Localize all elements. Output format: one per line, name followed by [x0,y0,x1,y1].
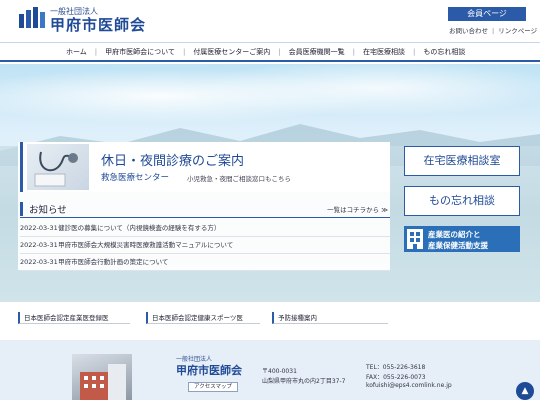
news-date: 2022-03-31 [20,224,58,232]
back-to-top-icon[interactable]: ▲ [516,382,534,400]
building-photo [72,354,132,400]
footer-email[interactable]: kofuishi@eps4.comlink.ne.jp [366,382,452,389]
news-title: お知らせ [20,202,67,216]
divider: | [492,27,495,35]
link-page-link[interactable]: リンクページ [498,27,537,35]
news-date: 2022-03-31 [20,258,58,266]
news-more-link[interactable]: 一覧はコチラから ≫ [327,204,388,214]
utility-links: お問い合わせ | リンクページ [449,25,537,35]
nav-about[interactable]: 甲府市医師会について [105,47,175,57]
contact-link[interactable]: お問い合わせ [449,27,488,35]
nav-separator: | [352,47,356,56]
logo-title[interactable]: 甲府市医師会 [50,14,146,35]
link-sports-physician[interactable]: 日本医師会認定健康スポーツ医 [146,312,260,324]
nav-separator: | [182,47,186,56]
news-text[interactable]: 甲府市医師会行動計画の策定について [58,258,168,266]
nav-separator: | [413,47,416,56]
news-header: お知らせ 一覧はコチラから ≫ [20,200,390,218]
news-text[interactable]: 甲府市医師会大規模災害時医療救護活動マニュアルについて [58,241,233,249]
logo-icon[interactable] [18,6,46,30]
news-list: 2022-03-31 健診医の募集について（内視鏡検査の経験を有する方） 202… [20,220,390,271]
building-image [80,364,126,400]
emergency-banner[interactable]: 休日・夜間診療のご案内 救急医療センター 小児救急・夜間ご相談窓口もこちら [20,142,390,192]
feature-title: 休日・夜間診療のご案内 [101,154,245,169]
occupational-health-line2: 産業保健活動支援 [428,241,488,250]
nav-member-clinics[interactable]: 会員医療機関一覧 [289,47,345,57]
news-date: 2022-03-31 [20,241,58,249]
occupational-health-line1: 産業医の紹介と [428,230,481,239]
building-icon [407,229,423,249]
news-text[interactable]: 健診医の募集について（内視鏡検査の経験を有する方） [58,224,220,232]
occupational-health-button[interactable]: 産業医の紹介と 産業保健活動支援 [404,226,520,252]
news-item[interactable]: 2022-03-31 甲府市医師会行動計画の策定について [20,254,390,271]
news-item[interactable]: 2022-03-31 甲府市医師会大規模災害時医療救護活動マニュアルについて [20,237,390,254]
feature-subtitle: 救急医療センター [101,173,170,183]
dementia-consult-button[interactable]: もの忘れ相談 [404,186,520,216]
member-page-button[interactable]: 会員ページ [448,7,526,21]
link-vaccination[interactable]: 予防接種案内 [272,312,388,324]
nav-dementia[interactable]: もの忘れ相談 [423,47,465,57]
home-care-consult-button[interactable]: 在宅医療相談室 [404,146,520,176]
nav-medical-center[interactable]: 付属医療センターご案内 [193,47,270,57]
nav-separator: | [94,47,98,56]
global-nav: ホーム | 甲府市医師会について | 付属医療センターご案内 | 会員医療機関一… [0,42,540,62]
access-map-button[interactable]: アクセスマップ [188,382,238,392]
footer-fax: FAX：055-226-0073 [366,374,426,381]
footer-tel: TEL：055-226-3618 [366,364,426,371]
footer-org-name: 甲府市医師会 [176,364,242,377]
stethoscope-image [27,144,89,190]
footer-address: 山梨県甲府市丸の内2丁目37-7 [262,378,346,385]
link-occupational-physician[interactable]: 日本医師会認定産業医登録医 [18,312,130,324]
nav-separator: | [278,47,281,56]
news-item[interactable]: 2022-03-31 健診医の募集について（内視鏡検査の経験を有する方） [20,220,390,237]
nav-home-care[interactable]: 在宅医療相談 [363,47,405,57]
feature-note: 小児救急・夜間ご相談窓口もこちら [187,175,291,183]
nav-home[interactable]: ホーム [66,47,87,57]
site-header: 一般社団法人 甲府市医師会 会員ページ お問い合わせ | リンクページ [0,0,540,42]
footer-zip: 〒400-0031 [262,368,297,375]
stethoscope-icon [34,151,78,187]
